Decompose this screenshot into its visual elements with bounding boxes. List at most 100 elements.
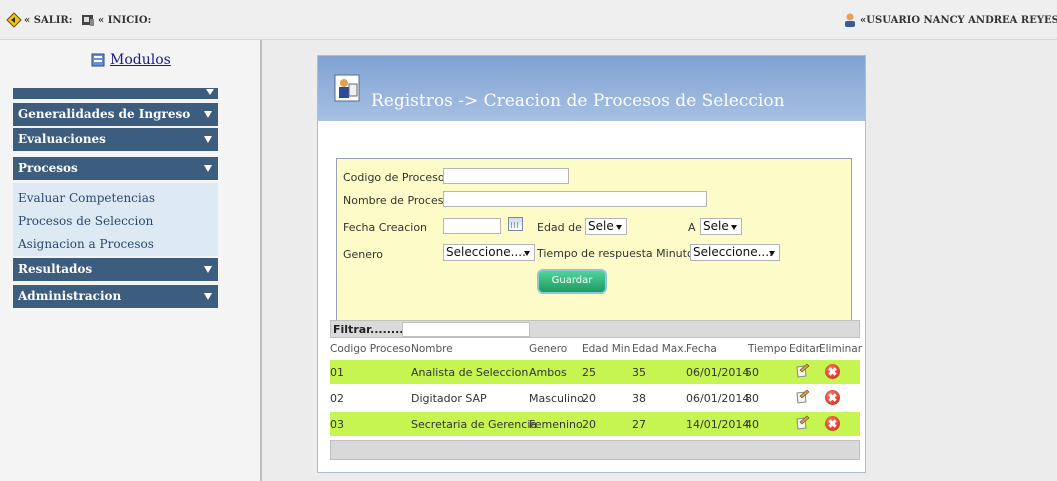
- exit-diamond-icon: [6, 12, 22, 28]
- cell-edad-min: 20: [582, 392, 596, 405]
- a-label: A: [688, 221, 696, 234]
- main-panel: Registros -> Creacion de Procesos de Sel…: [317, 55, 866, 473]
- cell-codigo: 01: [330, 366, 344, 379]
- menu-label: Procesos: [18, 161, 78, 175]
- genero-select[interactable]: Seleccione....: [443, 244, 535, 261]
- cell-tiempo: 40: [745, 418, 759, 431]
- cell-fecha: 06/01/2014: [686, 392, 750, 405]
- edad-a-select[interactable]: Sele: [700, 218, 742, 235]
- filter-bar: Filtrar.........:: [330, 320, 860, 338]
- nombre-label: Nombre de Proceso: [343, 194, 451, 207]
- edit-icon[interactable]: [794, 415, 810, 431]
- edad-de-select[interactable]: Sele: [585, 218, 627, 235]
- fecha-label: Fecha Creacion: [343, 221, 428, 234]
- edad-de-label: Edad de: [537, 221, 582, 234]
- submenu-item-procesos-seleccion[interactable]: Procesos de Seleccion: [18, 214, 153, 228]
- cell-nombre: Secretaria de Gerencia: [411, 418, 538, 431]
- modules-link[interactable]: Modulos: [90, 52, 171, 68]
- process-table: Filtrar.........: Codigo Proceso Nombre …: [330, 320, 863, 460]
- modules-label: Modulos: [110, 52, 171, 68]
- submenu-procesos: Evaluar Competencias Procesos de Selecci…: [13, 183, 218, 256]
- process-form: Codigo de Proceso Nombre de Proceso Fech…: [336, 158, 852, 328]
- column-header-tiempo[interactable]: Tiempo: [748, 343, 787, 355]
- genero-label: Genero: [343, 248, 384, 261]
- column-header-editar: Editar: [789, 343, 821, 355]
- delete-icon[interactable]: [825, 390, 840, 405]
- cell-edad-max: 27: [632, 418, 646, 431]
- chevron-down-icon: [204, 293, 212, 300]
- table-footer-bar: [330, 440, 860, 460]
- submenu-item-evaluar-competencias[interactable]: Evaluar Competencias: [18, 191, 155, 205]
- column-header-eliminar: Eliminar: [819, 343, 863, 355]
- column-header-edad-max[interactable]: Edad Max.: [632, 343, 687, 355]
- registry-person-icon: [334, 74, 360, 102]
- cell-genero: Femenino: [529, 418, 583, 431]
- filter-label: Filtrar.........:: [333, 323, 413, 336]
- column-header-codigo[interactable]: Codigo Proceso: [330, 343, 411, 355]
- chevron-down-icon: [204, 165, 212, 172]
- chevron-down-icon: [204, 136, 212, 143]
- exit-link[interactable]: « SALIR:: [6, 12, 72, 28]
- submenu-item-asignacion-procesos[interactable]: Asignacion a Procesos: [18, 237, 154, 251]
- sidebar: Modulos Generalidades de Ingreso Evaluac…: [0, 40, 262, 481]
- codigo-input[interactable]: [443, 168, 569, 184]
- chevron-down-icon: [204, 266, 212, 273]
- cell-nombre: Digitador SAP: [411, 392, 487, 405]
- table-row[interactable]: 03 Secretaria de Gerencia Femenino 20 27…: [330, 412, 860, 436]
- table-row[interactable]: 02 Digitador SAP Masculino 20 38 06/01/2…: [330, 386, 860, 410]
- cell-edad-max: 38: [632, 392, 646, 405]
- modules-book-icon: [91, 53, 105, 67]
- menu-resultados[interactable]: Resultados: [13, 258, 218, 281]
- cell-edad-min: 25: [582, 366, 596, 379]
- cell-genero: Masculino: [529, 392, 584, 405]
- top-bar: « SALIR: « INICIO: «USUARIO NANCY ANDREA…: [0, 0, 1057, 40]
- menu-evaluaciones[interactable]: Evaluaciones: [13, 128, 218, 151]
- exit-label: « SALIR:: [24, 14, 73, 26]
- user-label: «USUARIO NANCY ANDREA REYES LU: [860, 14, 1057, 26]
- cell-nombre: Analista de Seleccion: [411, 366, 529, 379]
- delete-icon[interactable]: [825, 416, 840, 431]
- cell-codigo: 03: [330, 418, 344, 431]
- cell-fecha: 06/01/2014: [686, 366, 750, 379]
- user-info[interactable]: «USUARIO NANCY ANDREA REYES LU: [842, 12, 1057, 28]
- cell-genero: Ambos: [529, 366, 567, 379]
- menu-label: Generalidades de Ingreso: [18, 107, 191, 121]
- edit-icon[interactable]: [794, 363, 810, 379]
- menu-collapse-bar[interactable]: [13, 88, 218, 99]
- home-label: « INICIO:: [98, 14, 152, 26]
- tiempo-label: Tiempo de respuesta Minutos: [537, 247, 700, 260]
- user-icon: [845, 13, 855, 27]
- menu-label: Resultados: [18, 262, 93, 276]
- cell-fecha: 14/01/2014: [686, 418, 750, 431]
- cell-edad-max: 35: [632, 366, 646, 379]
- menu-label: Evaluaciones: [18, 132, 106, 146]
- cell-tiempo: 50: [745, 366, 759, 379]
- cell-edad-min: 20: [582, 418, 596, 431]
- cell-codigo: 02: [330, 392, 344, 405]
- column-header-nombre[interactable]: Nombre: [411, 343, 453, 355]
- home-link[interactable]: « INICIO:: [80, 12, 151, 28]
- filter-input[interactable]: [402, 322, 530, 337]
- edit-icon[interactable]: [794, 389, 810, 405]
- column-header-genero[interactable]: Genero: [529, 343, 567, 355]
- save-button[interactable]: Guardar: [537, 269, 607, 294]
- page-title: Registros -> Creacion de Procesos de Sel…: [371, 91, 785, 111]
- fecha-input[interactable]: [443, 218, 501, 234]
- home-icon: [82, 15, 94, 26]
- panel-header: Registros -> Creacion de Procesos de Sel…: [318, 56, 865, 121]
- menu-procesos[interactable]: Procesos: [13, 157, 218, 180]
- nombre-input[interactable]: [443, 191, 707, 207]
- calendar-icon[interactable]: [508, 217, 523, 231]
- column-header-fecha[interactable]: Fecha: [686, 343, 717, 355]
- chevron-down-icon: [206, 89, 214, 95]
- cell-tiempo: 80: [745, 392, 759, 405]
- menu-generalidades[interactable]: Generalidades de Ingreso: [13, 103, 218, 126]
- menu-administracion[interactable]: Administracion: [13, 285, 218, 308]
- column-header-edad-min[interactable]: Edad Min: [582, 343, 630, 355]
- menu-label: Administracion: [18, 289, 122, 303]
- codigo-label: Codigo de Proceso: [343, 171, 445, 184]
- chevron-down-icon: [204, 111, 212, 118]
- delete-icon[interactable]: [825, 364, 840, 379]
- tiempo-select[interactable]: Seleccione....: [690, 244, 780, 261]
- table-row[interactable]: 01 Analista de Seleccion Ambos 25 35 06/…: [330, 360, 860, 384]
